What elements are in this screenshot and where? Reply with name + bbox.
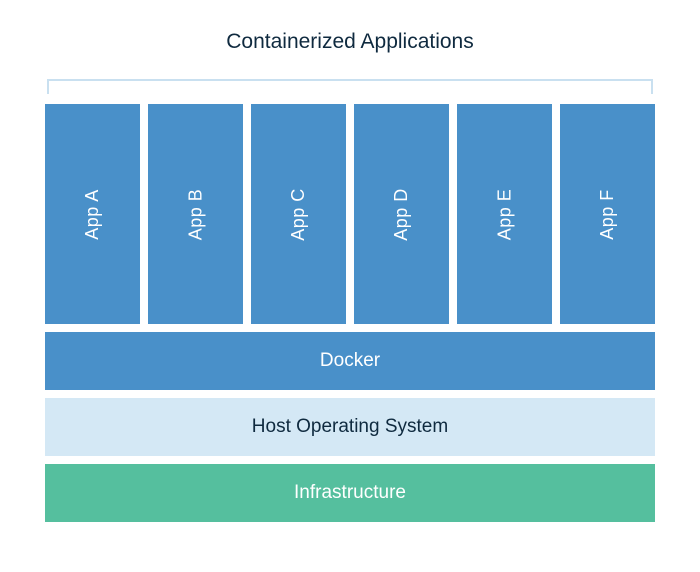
app-label: App B (185, 188, 206, 240)
app-box-a: App A (45, 104, 140, 324)
infrastructure-layer: Infrastructure (45, 464, 655, 522)
app-label: App C (288, 188, 309, 241)
app-box-e: App E (457, 104, 552, 324)
app-box-f: App F (560, 104, 655, 324)
diagram-title: Containerized Applications (45, 30, 655, 54)
docker-layer: Docker (45, 332, 655, 390)
app-box-c: App C (251, 104, 346, 324)
app-label: App D (391, 188, 412, 241)
app-label: App E (494, 188, 515, 240)
app-label: App A (82, 189, 103, 240)
app-label: App F (597, 189, 618, 240)
app-box-b: App B (148, 104, 243, 324)
app-box-d: App D (354, 104, 449, 324)
host-os-layer: Host Operating System (45, 398, 655, 456)
apps-bracket (47, 79, 653, 94)
apps-row: App A App B App C App D App E App F (45, 104, 655, 324)
